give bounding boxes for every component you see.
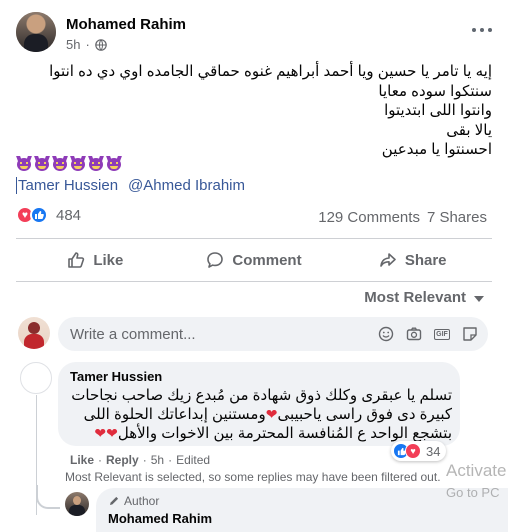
comment-label: Comment (232, 251, 302, 269)
comment-line: بتشجع الواحد ع المُنافسة المحترمة بين ال… (117, 425, 452, 442)
post-text-line: سنتكوا سوده معايا (378, 82, 492, 100)
comment-text: تسلم يا عبقرى وكلك ذوق شهادة من مُبدع زي… (70, 387, 452, 443)
pen-icon (110, 496, 119, 505)
post-text-line: وانتوا اللى ابتديتوا (384, 102, 492, 119)
globe-icon[interactable] (95, 38, 107, 51)
reply-author-name[interactable]: Mohamed Rahim (108, 511, 496, 526)
author-badge-label: Author (124, 494, 160, 508)
smiley-icon[interactable] (378, 326, 394, 342)
post-text-line: إيه يا تامر يا حسين ويا أحمد أبراهيم غنو… (49, 63, 492, 80)
thread-connector (36, 485, 60, 509)
tag-link[interactable]: @Ahmed Ibrahim (128, 177, 245, 194)
smiling-devil-emoji (34, 156, 50, 171)
shares-count[interactable]: 7 Shares (427, 209, 487, 226)
tag-link[interactable]: Tamer Hussien (16, 177, 119, 194)
comment-bubble-icon (207, 252, 224, 268)
comment-bubble: Tamer Hussien تسلم يا عبقرى وكلك ذوق شها… (58, 362, 460, 446)
gif-icon[interactable]: GIF (434, 326, 450, 342)
commenter-avatar[interactable] (20, 362, 52, 394)
smiling-devil-emoji (16, 156, 32, 171)
like-button[interactable]: Like (16, 242, 175, 278)
filter-note: Most Relevant is selected, so some repli… (65, 470, 441, 484)
comment-line: ومستنين إبداعاتك الحلوة اللى (83, 406, 266, 423)
smiling-devil-emoji (52, 156, 68, 171)
divider (16, 281, 492, 282)
like-reaction-icon (30, 206, 48, 224)
post-meta: 5h · (66, 37, 107, 52)
comment-actions: Like · Reply · 5h · Edited (70, 453, 210, 467)
caret-down-icon (474, 295, 484, 302)
comment-input[interactable]: Write a comment... GIF (58, 317, 488, 351)
thumbs-up-icon (68, 252, 85, 268)
author-name[interactable]: Mohamed Rahim (66, 16, 186, 33)
comment-line: تسلم يا عبقرى وكلك ذوق شهادة من مُبدع زي… (71, 387, 452, 404)
share-label: Share (404, 251, 447, 269)
comment-button[interactable]: Comment (175, 242, 334, 278)
smiling-devil-emoji (70, 156, 86, 171)
love-reaction-icon: ♥ (405, 443, 421, 459)
comment-reply-link[interactable]: Reply (106, 453, 139, 467)
sticker-icon[interactable] (462, 326, 478, 342)
comment-line-wrap: كبيرة دى فوق راسى ياحبيبى❤ومستنين إبداعا… (70, 405, 452, 424)
camera-icon[interactable] (406, 326, 422, 342)
current-user-avatar[interactable] (18, 317, 50, 349)
author-badge: Author (108, 494, 496, 508)
post-text-line: يالا بقى (446, 121, 492, 139)
post-actions: Like Comment Share (16, 242, 492, 278)
post-time[interactable]: 5h (66, 37, 80, 52)
comment-like-link[interactable]: Like (70, 453, 94, 467)
gif-label: GIF (434, 328, 450, 340)
comments-count[interactable]: 129 Comments (318, 209, 420, 226)
meta-separator: · (85, 37, 90, 52)
comment-line: كبيرة دى فوق راسى ياحبيبى (277, 406, 452, 423)
facebook-post: Mohamed Rahim 5h · إيه يا تامر يا حسين و… (0, 0, 508, 532)
reply-author-avatar[interactable] (65, 492, 89, 516)
commenter-name[interactable]: Tamer Hussien (70, 369, 448, 384)
post-tags: Tamer Hussien @Ahmed Ibrahim (16, 177, 245, 194)
red-heart-emoji: ❤ (265, 406, 278, 422)
reactions-summary[interactable]: ♥ 484 (16, 206, 81, 224)
composer-tools: GIF (378, 326, 478, 342)
author-avatar[interactable] (16, 12, 56, 52)
comment-line-wrap: بتشجع الواحد ع المُنافسة المحترمة بين ال… (70, 424, 452, 443)
divider (16, 238, 492, 239)
share-button[interactable]: Share (333, 242, 492, 278)
more-options-icon[interactable] (468, 22, 496, 38)
reaction-count: 484 (56, 206, 82, 224)
smiling-devil-emoji (106, 156, 122, 171)
share-arrow-icon (380, 253, 396, 267)
comment-time[interactable]: 5h (151, 453, 164, 467)
watermark-line: Activate (446, 461, 507, 480)
watermark-line: Go to PC (446, 485, 500, 500)
comment-reaction-count: 34 (426, 443, 441, 459)
separator: · (98, 453, 103, 467)
like-label: Like (93, 251, 124, 269)
post-text: إيه يا تامر يا حسين ويا أحمد أبراهيم غنو… (22, 62, 492, 160)
windows-activation-watermark: Activate Go to PC (446, 461, 506, 500)
engagement-counts: 129 Comments 7 Shares (318, 209, 487, 226)
comment-reactions[interactable]: ♥ 34 (391, 441, 447, 461)
comment-edited: Edited (176, 453, 211, 467)
comment-placeholder: Write a comment... (70, 325, 196, 343)
smiling-devil-emoji (88, 156, 104, 171)
sort-dropdown[interactable]: Most Relevant (364, 289, 484, 306)
separator: · (142, 453, 147, 467)
emoji-row (16, 156, 122, 171)
separator: · (168, 453, 173, 467)
red-heart-emoji: ❤❤ (94, 425, 118, 441)
sort-label: Most Relevant (364, 289, 466, 306)
